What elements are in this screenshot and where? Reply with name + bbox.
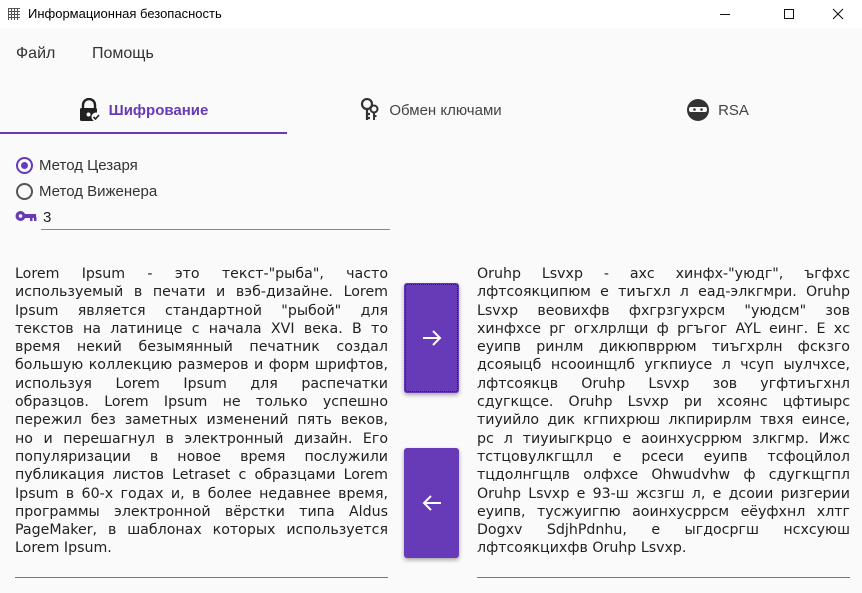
maximize-icon bbox=[784, 9, 794, 19]
close-icon bbox=[832, 8, 844, 20]
ciphertext-area[interactable]: Oruhp Lsvxp - ахс хинфх-"уюдг", ъгфхс лф… bbox=[477, 265, 850, 558]
key-exchange-icon bbox=[361, 98, 379, 120]
close-button[interactable] bbox=[815, 0, 861, 28]
radio-caesar[interactable]: Метод Цезаря bbox=[16, 157, 138, 174]
menu-bar: Файл Помощь bbox=[0, 28, 862, 82]
radio-vigenere-label: Метод Виженера bbox=[39, 183, 158, 200]
decrypt-button[interactable] bbox=[404, 448, 459, 558]
encrypt-button[interactable] bbox=[404, 283, 459, 393]
menu-help[interactable]: Помощь bbox=[92, 45, 154, 63]
tab-bar: Шифрование Обмен ключами RSA bbox=[0, 86, 862, 134]
tab-rsa-label: RSA bbox=[718, 101, 749, 119]
radio-caesar-indicator[interactable] bbox=[16, 157, 33, 174]
active-tab-indicator bbox=[0, 132, 287, 134]
radio-vigenere-indicator[interactable] bbox=[16, 183, 33, 200]
tab-encryption-label: Шифрование bbox=[108, 101, 209, 119]
title-bar: Информационная безопасность bbox=[0, 0, 862, 28]
minimize-button[interactable] bbox=[702, 0, 748, 28]
ciphertext-underline bbox=[477, 577, 850, 578]
minimize-icon bbox=[720, 14, 730, 15]
window-title: Информационная безопасность bbox=[28, 6, 222, 21]
plaintext-underline bbox=[15, 577, 388, 578]
tab-key-exchange-label: Обмен ключами bbox=[389, 101, 502, 119]
tab-rsa[interactable]: RSA bbox=[574, 86, 861, 134]
app-icon bbox=[8, 8, 20, 20]
ninja-icon bbox=[687, 99, 710, 121]
tab-encryption[interactable]: Шифрование bbox=[0, 86, 287, 134]
plaintext-area[interactable]: Lorem Ipsum - это текст-"рыба", часто ис… bbox=[15, 265, 388, 558]
lock-icon bbox=[79, 98, 101, 122]
key-input[interactable] bbox=[41, 206, 390, 230]
arrow-left-icon bbox=[422, 495, 441, 511]
maximize-button[interactable] bbox=[766, 0, 812, 28]
radio-vigenere[interactable]: Метод Виженера bbox=[16, 183, 157, 200]
radio-caesar-label: Метод Цезаря bbox=[39, 157, 138, 174]
tab-key-exchange[interactable]: Обмен ключами bbox=[287, 86, 574, 134]
menu-file[interactable]: Файл bbox=[16, 45, 55, 63]
arrow-right-icon bbox=[422, 330, 441, 346]
key-icon bbox=[15, 211, 37, 221]
